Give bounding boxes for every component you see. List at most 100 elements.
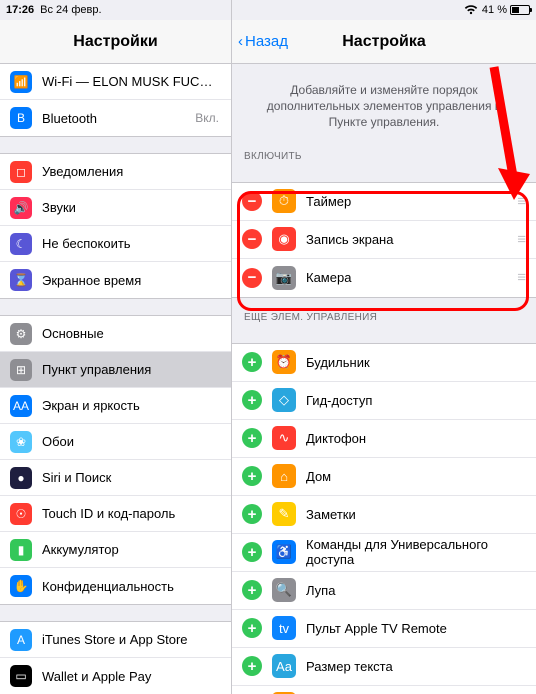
settings-row-wifi[interactable]: 📶Wi-Fi — ELON MUSK FUCKS SP… bbox=[0, 64, 231, 100]
screen-recording-icon: ◉ bbox=[272, 227, 296, 251]
wifi-icon bbox=[464, 5, 478, 18]
cc-label: Запись экрана bbox=[306, 232, 512, 247]
row-label: Экран и яркость bbox=[42, 398, 221, 413]
bluetooth-icon: B bbox=[10, 107, 32, 129]
cc-label: Диктофон bbox=[306, 431, 526, 446]
home-icon: ⌂ bbox=[272, 464, 296, 488]
back-button[interactable]: ‹ Назад bbox=[238, 33, 288, 50]
row-label: Пункт управления bbox=[42, 362, 221, 377]
settings-row-display[interactable]: AA Экран и яркость bbox=[0, 388, 231, 424]
cc-label: Гид-доступ bbox=[306, 393, 526, 408]
add-button[interactable]: + bbox=[242, 656, 262, 676]
right-list[interactable]: Добавляйте и изменяйте порядок дополните… bbox=[232, 64, 536, 694]
app-frame: 17:26 Вс 24 февр. Настройки 📶Wi-Fi — ELO… bbox=[0, 0, 536, 694]
battery-icon: ▮ bbox=[10, 539, 32, 561]
left-navbar: Настройки bbox=[0, 20, 231, 64]
battery-icon bbox=[510, 5, 530, 15]
timer-icon: ⏱ bbox=[272, 189, 296, 213]
add-button[interactable]: + bbox=[242, 466, 262, 486]
magnifier-icon: 🔍 bbox=[272, 578, 296, 602]
status-time: 17:26 bbox=[6, 4, 34, 16]
settings-row-siri[interactable]: ●Siri и Поиск bbox=[0, 460, 231, 496]
row-label: Экранное время bbox=[42, 273, 221, 288]
add-button[interactable]: + bbox=[242, 618, 262, 638]
cc-label: Будильник bbox=[306, 355, 526, 370]
right-navbar: ‹ Назад Настройка bbox=[232, 20, 536, 64]
settings-row-general[interactable]: ⚙Основные bbox=[0, 316, 231, 352]
included-group: −⏱Таймер≡−◉Запись экрана≡−📷Камера≡ bbox=[232, 182, 536, 298]
display-icon: AA bbox=[10, 395, 32, 417]
settings-row-control-center[interactable]: ⊞ Пункт управления bbox=[0, 352, 231, 388]
settings-row-sounds[interactable]: 🔊Звуки bbox=[0, 190, 231, 226]
add-button[interactable]: + bbox=[242, 390, 262, 410]
siri-icon: ● bbox=[10, 467, 32, 489]
chevron-left-icon: ‹ bbox=[238, 33, 243, 50]
row-label: Аккумулятор bbox=[42, 542, 221, 557]
reorder-grip-icon[interactable]: ≡ bbox=[512, 269, 526, 286]
cc-label: Таймер bbox=[306, 194, 512, 209]
cc-label: Камера bbox=[306, 270, 512, 285]
cc-label: Размер текста bbox=[306, 659, 526, 674]
cc-row-apple-tv-remote: + tv Пульт Apple TV Remote bbox=[232, 610, 536, 648]
status-date: Вс 24 февр. bbox=[40, 4, 101, 16]
general-icon: ⚙ bbox=[10, 323, 32, 345]
dnd-icon: ☾ bbox=[10, 233, 32, 255]
left-list[interactable]: 📶Wi-Fi — ELON MUSK FUCKS SP…BBluetoothВк… bbox=[0, 64, 231, 694]
add-button[interactable]: + bbox=[242, 542, 262, 562]
row-label: Не беспокоить bbox=[42, 236, 221, 251]
right-pane: 41 % ‹ Назад Настройка Добавляйте и изме… bbox=[232, 0, 536, 694]
settings-row-notifications[interactable]: ◻Уведомления bbox=[0, 154, 231, 190]
cc-row-alarm: + ⏰ Будильник bbox=[232, 344, 536, 382]
cc-label: Заметки bbox=[306, 507, 526, 522]
settings-row-appstore[interactable]: AiTunes Store и App Store bbox=[0, 622, 231, 658]
row-label: Обои bbox=[42, 434, 221, 449]
cc-row-notes: +✎Заметки bbox=[232, 496, 536, 534]
cc-row-home: +⌂Дом bbox=[232, 458, 536, 496]
cc-row-timer: −⏱ Таймер≡ bbox=[232, 183, 536, 221]
row-label: iTunes Store и App Store bbox=[42, 632, 221, 647]
apple-tv-remote-icon: tv bbox=[272, 616, 296, 640]
add-button[interactable]: + bbox=[242, 428, 262, 448]
settings-row-screentime[interactable]: ⌛Экранное время bbox=[0, 262, 231, 298]
description-text: Добавляйте и изменяйте порядок дополните… bbox=[232, 64, 536, 137]
settings-row-wallet[interactable]: ▭Wallet и Apple Pay bbox=[0, 658, 231, 694]
alarm-icon: ⏰ bbox=[272, 350, 296, 374]
row-label: Wi-Fi — ELON MUSK FUCKS SP… bbox=[42, 74, 221, 89]
included-header: ВКЛЮЧИТЬ bbox=[232, 137, 536, 166]
wallet-icon: ▭ bbox=[10, 665, 32, 687]
cc-label: Команды для Универсального доступа bbox=[306, 537, 526, 567]
settings-row-dnd[interactable]: ☾ Не беспокоить bbox=[0, 226, 231, 262]
reorder-grip-icon[interactable]: ≡ bbox=[512, 231, 526, 248]
cc-row-accessibility-shortcuts: +♿Команды для Универсального доступа bbox=[232, 534, 536, 572]
appstore-icon: A bbox=[10, 629, 32, 651]
add-button[interactable]: + bbox=[242, 504, 262, 524]
control-center-icon: ⊞ bbox=[10, 359, 32, 381]
remove-button[interactable]: − bbox=[242, 229, 262, 249]
cc-label: Пульт Apple TV Remote bbox=[306, 621, 526, 636]
privacy-icon: ✋ bbox=[10, 575, 32, 597]
touchid-icon: ☉ bbox=[10, 503, 32, 525]
remove-button[interactable]: − bbox=[242, 268, 262, 288]
cc-row-screen-recording: −◉ Запись экрана≡ bbox=[232, 221, 536, 259]
cc-row-magnifier: +🔍Лупа bbox=[232, 572, 536, 610]
add-button[interactable]: + bbox=[242, 580, 262, 600]
remove-button[interactable]: − bbox=[242, 191, 262, 211]
battery-percent: 41 % bbox=[482, 4, 507, 16]
settings-row-wallpaper[interactable]: ❀Обои bbox=[0, 424, 231, 460]
cc-row-stopwatch: +⏲Секундомер bbox=[232, 686, 536, 694]
more-header: ЕЩЕ ЭЛЕМ. УПРАВЛЕНИЯ bbox=[232, 298, 536, 327]
cc-row-voice-memos: +∿Диктофон bbox=[232, 420, 536, 458]
row-label: Bluetooth bbox=[42, 111, 195, 126]
more-group: +⏰Будильник+◇Гид-доступ+∿Диктофон+⌂Дом+✎… bbox=[232, 343, 536, 694]
text-size-icon: Aa bbox=[272, 654, 296, 678]
status-bar-right: 41 % bbox=[232, 0, 536, 20]
settings-row-battery[interactable]: ▮ Аккумулятор bbox=[0, 532, 231, 568]
cc-row-camera: −📷Камера≡ bbox=[232, 259, 536, 297]
settings-row-bluetooth[interactable]: BBluetoothВкл. bbox=[0, 100, 231, 136]
add-button[interactable]: + bbox=[242, 352, 262, 372]
reorder-grip-icon[interactable]: ≡ bbox=[512, 193, 526, 210]
row-label: Звуки bbox=[42, 200, 221, 215]
back-label: Назад bbox=[245, 33, 288, 50]
settings-row-touchid[interactable]: ☉Touch ID и код-пароль bbox=[0, 496, 231, 532]
settings-row-privacy[interactable]: ✋Конфиденциальность bbox=[0, 568, 231, 604]
